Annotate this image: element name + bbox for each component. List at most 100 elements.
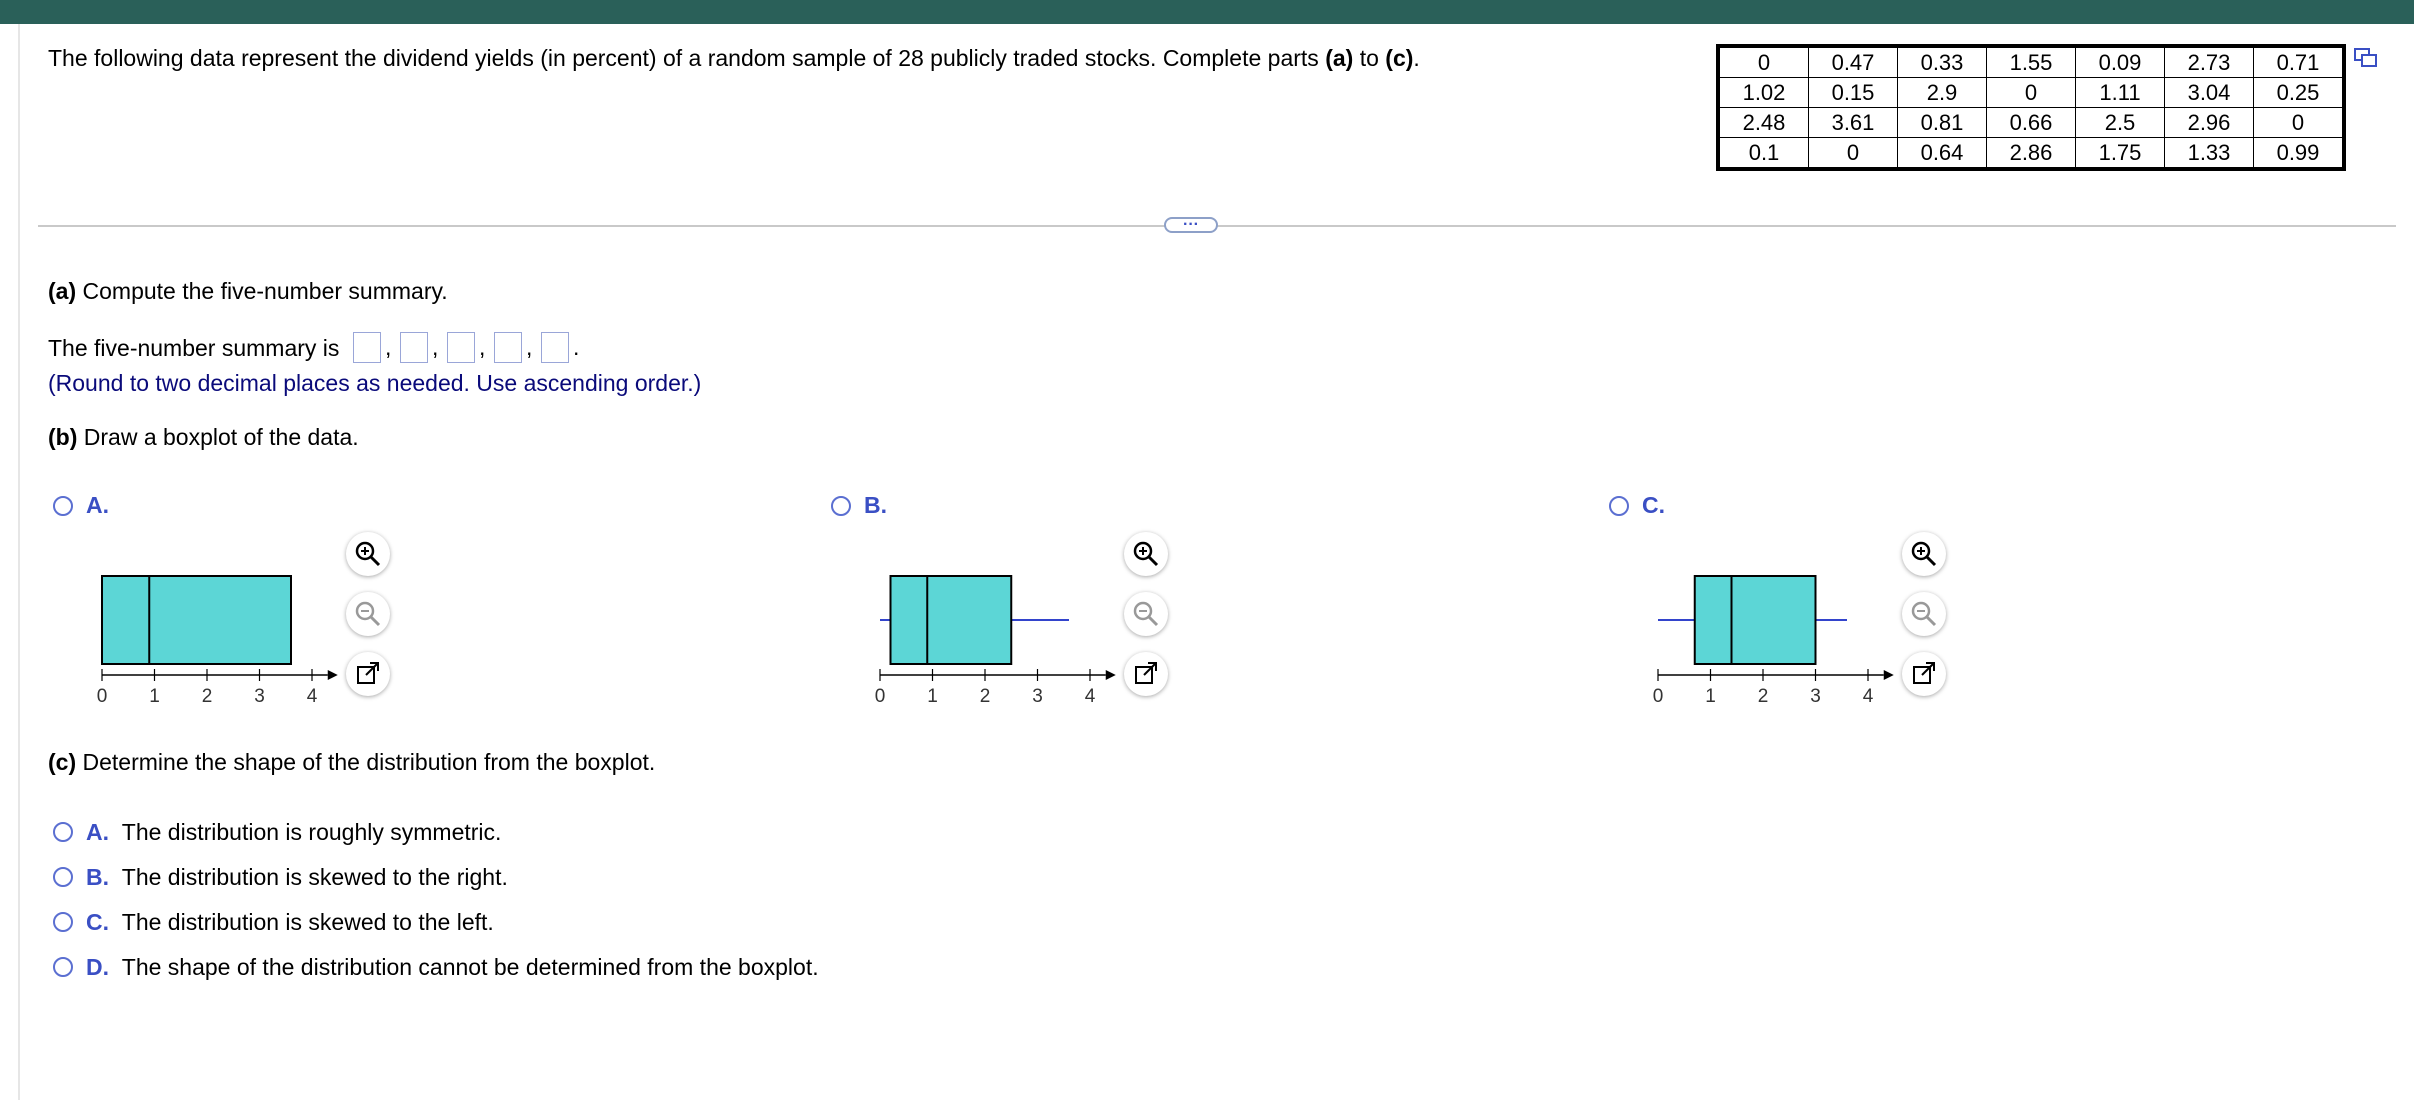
data-table-row: 0.1 0 0.64 2.86 1.75 1.33 0.99 [1717, 137, 2345, 170]
boxplot-option-c-label[interactable]: C. [1642, 492, 1665, 519]
shape-option-d[interactable]: D. The shape of the distribution cannot … [86, 953, 819, 981]
zoom-out-button-b[interactable] [1124, 592, 1168, 636]
data-table-cell: 0.81 [1897, 107, 1987, 138]
shape-option-b[interactable]: B. The distribution is skewed to the rig… [86, 863, 508, 891]
boxplot-c-tick-label: 2 [1758, 686, 1769, 707]
data-table-cell: 1.02 [1717, 77, 1809, 108]
boxplot-b-tick-label: 0 [875, 686, 886, 707]
shape-option-a-radio[interactable] [53, 822, 73, 842]
data-table-cell: 2.5 [2075, 107, 2165, 138]
data-table-cell: 0.15 [1808, 77, 1898, 108]
boxplot-option-a-radio[interactable] [53, 496, 73, 516]
data-table: 0 0.47 0.33 1.55 0.09 2.73 0.71 1.02 0.15 2.9 0 1.1… [1716, 44, 2346, 171]
shape-option-a-letter: A. [86, 819, 109, 845]
popout-button-a[interactable] [346, 652, 390, 696]
five-number-input-3[interactable] [447, 332, 475, 363]
data-table-cell: 0 [1986, 77, 2076, 108]
rounding-hint: (Round to two decimal places as needed. … [48, 370, 702, 396]
question-intro: The following data represent the dividen… [48, 44, 1420, 72]
data-table-cell: 0.99 [2253, 137, 2345, 170]
data-table-cell: 3.04 [2164, 77, 2254, 108]
five-number-input-1[interactable] [353, 332, 381, 363]
shape-option-a[interactable]: A. The distribution is roughly symmetric… [86, 818, 501, 846]
data-table-row: 1.02 0.15 2.9 0 1.11 3.04 0.25 [1717, 77, 2345, 108]
boxplot-option-a-label[interactable]: A. [86, 492, 109, 519]
data-table-cell: 1.11 [2075, 77, 2165, 108]
data-table-cell: 2.48 [1717, 107, 1809, 138]
boxplot-c-box [1693, 575, 1817, 665]
shape-option-a-text: The distribution is roughly symmetric. [121, 819, 502, 845]
left-border [18, 24, 20, 1100]
comma-2: , [432, 334, 439, 360]
boxplot-option-a: 0 1 2 3 4 [97, 575, 338, 707]
data-table-cell: 3.61 [1808, 107, 1898, 138]
boxplot-option-c: 0 1 2 3 4 [1653, 575, 1894, 707]
boxplot-b-axis-arrow [1105, 670, 1116, 680]
copy-table-icon[interactable] [2354, 48, 2378, 75]
zoom-in-button-a[interactable] [346, 532, 390, 576]
shape-option-d-text: The shape of the distribution cannot be … [121, 954, 819, 980]
data-table-row: 0 0.47 0.33 1.55 0.09 2.73 0.71 [1717, 45, 2345, 78]
boxplot-a-axis-arrow [327, 670, 338, 680]
boxplot-a-tick-label: 2 [202, 686, 213, 707]
popout-button-b[interactable] [1124, 652, 1168, 696]
comma-3: , [479, 334, 486, 360]
boxplot-c-axis-arrow [1883, 670, 1894, 680]
part-c-heading: (c) Determine the shape of the distribut… [48, 748, 655, 776]
shape-option-d-radio[interactable] [53, 957, 73, 977]
data-table-cell: 0.66 [1986, 107, 2076, 138]
boxplot-b-tick-label: 1 [927, 686, 938, 707]
intro-part-a: (a) [1325, 45, 1354, 71]
boxplot-b-tick-label: 4 [1085, 686, 1096, 707]
boxplot-option-b-radio[interactable] [831, 496, 851, 516]
five-number-prefix: The five-number summary is [48, 335, 340, 361]
shape-option-c-radio[interactable] [53, 912, 73, 932]
intro-to: to [1353, 45, 1386, 71]
data-table-cell: 0.1 [1717, 137, 1809, 170]
popout-icon [357, 662, 379, 684]
boxplot-a-tick-label: 0 [97, 686, 108, 707]
boxplot-c-tick-label: 4 [1863, 686, 1874, 707]
boxplot-b-box [889, 575, 1013, 665]
shape-option-b-radio[interactable] [53, 867, 73, 887]
boxplot-a-box [101, 575, 292, 665]
shape-option-b-text: The distribution is skewed to the right. [121, 864, 508, 890]
part-b-label: (b) [48, 424, 78, 450]
comma-1: , [385, 334, 392, 360]
data-table-cell: 0 [2253, 107, 2345, 138]
shape-option-c-text: The distribution is skewed to the left. [121, 909, 494, 935]
data-table-cell: 2.73 [2164, 45, 2254, 78]
zoom-out-icon [1133, 601, 1159, 627]
shape-option-c-letter: C. [86, 909, 109, 935]
zoom-in-button-c[interactable] [1902, 532, 1946, 576]
popout-button-c[interactable] [1902, 652, 1946, 696]
data-table-cell: 0 [1717, 45, 1809, 78]
boxplot-option-b-label[interactable]: B. [864, 492, 887, 519]
five-number-input-5[interactable] [541, 332, 569, 363]
more-button[interactable]: ··· [1164, 217, 1218, 233]
boxplot-c-tick-label: 1 [1705, 686, 1716, 707]
shape-option-c[interactable]: C. The distribution is skewed to the lef… [86, 908, 494, 936]
zoom-in-button-b[interactable] [1124, 532, 1168, 576]
zoom-in-icon [1133, 541, 1159, 567]
data-table-cell: 1.55 [1986, 45, 2076, 78]
popout-icon [1913, 662, 1935, 684]
data-table-cell: 0.64 [1897, 137, 1987, 170]
comma-4: , [526, 334, 533, 360]
part-a-text: Compute the five-number summary. [76, 278, 448, 304]
data-table-cell: 0.09 [2075, 45, 2165, 78]
intro-text: The following data represent the dividen… [48, 45, 1326, 71]
boxplot-b-tick-label: 3 [1032, 686, 1043, 707]
data-table-cell: 0.25 [2253, 77, 2345, 108]
part-c-text: Determine the shape of the distribution … [76, 749, 656, 775]
zoom-out-button-c[interactable] [1902, 592, 1946, 636]
zoom-out-button-a[interactable] [346, 592, 390, 636]
part-a-label: (a) [48, 278, 77, 304]
data-table-cell: 1.75 [2075, 137, 2165, 170]
five-number-input-2[interactable] [400, 332, 428, 363]
data-table-cell: 0.71 [2253, 45, 2345, 78]
data-table-cell: 2.96 [2164, 107, 2254, 138]
boxplot-b-tick-label: 2 [980, 686, 991, 707]
boxplot-option-c-radio[interactable] [1609, 496, 1629, 516]
five-number-input-4[interactable] [494, 332, 522, 363]
